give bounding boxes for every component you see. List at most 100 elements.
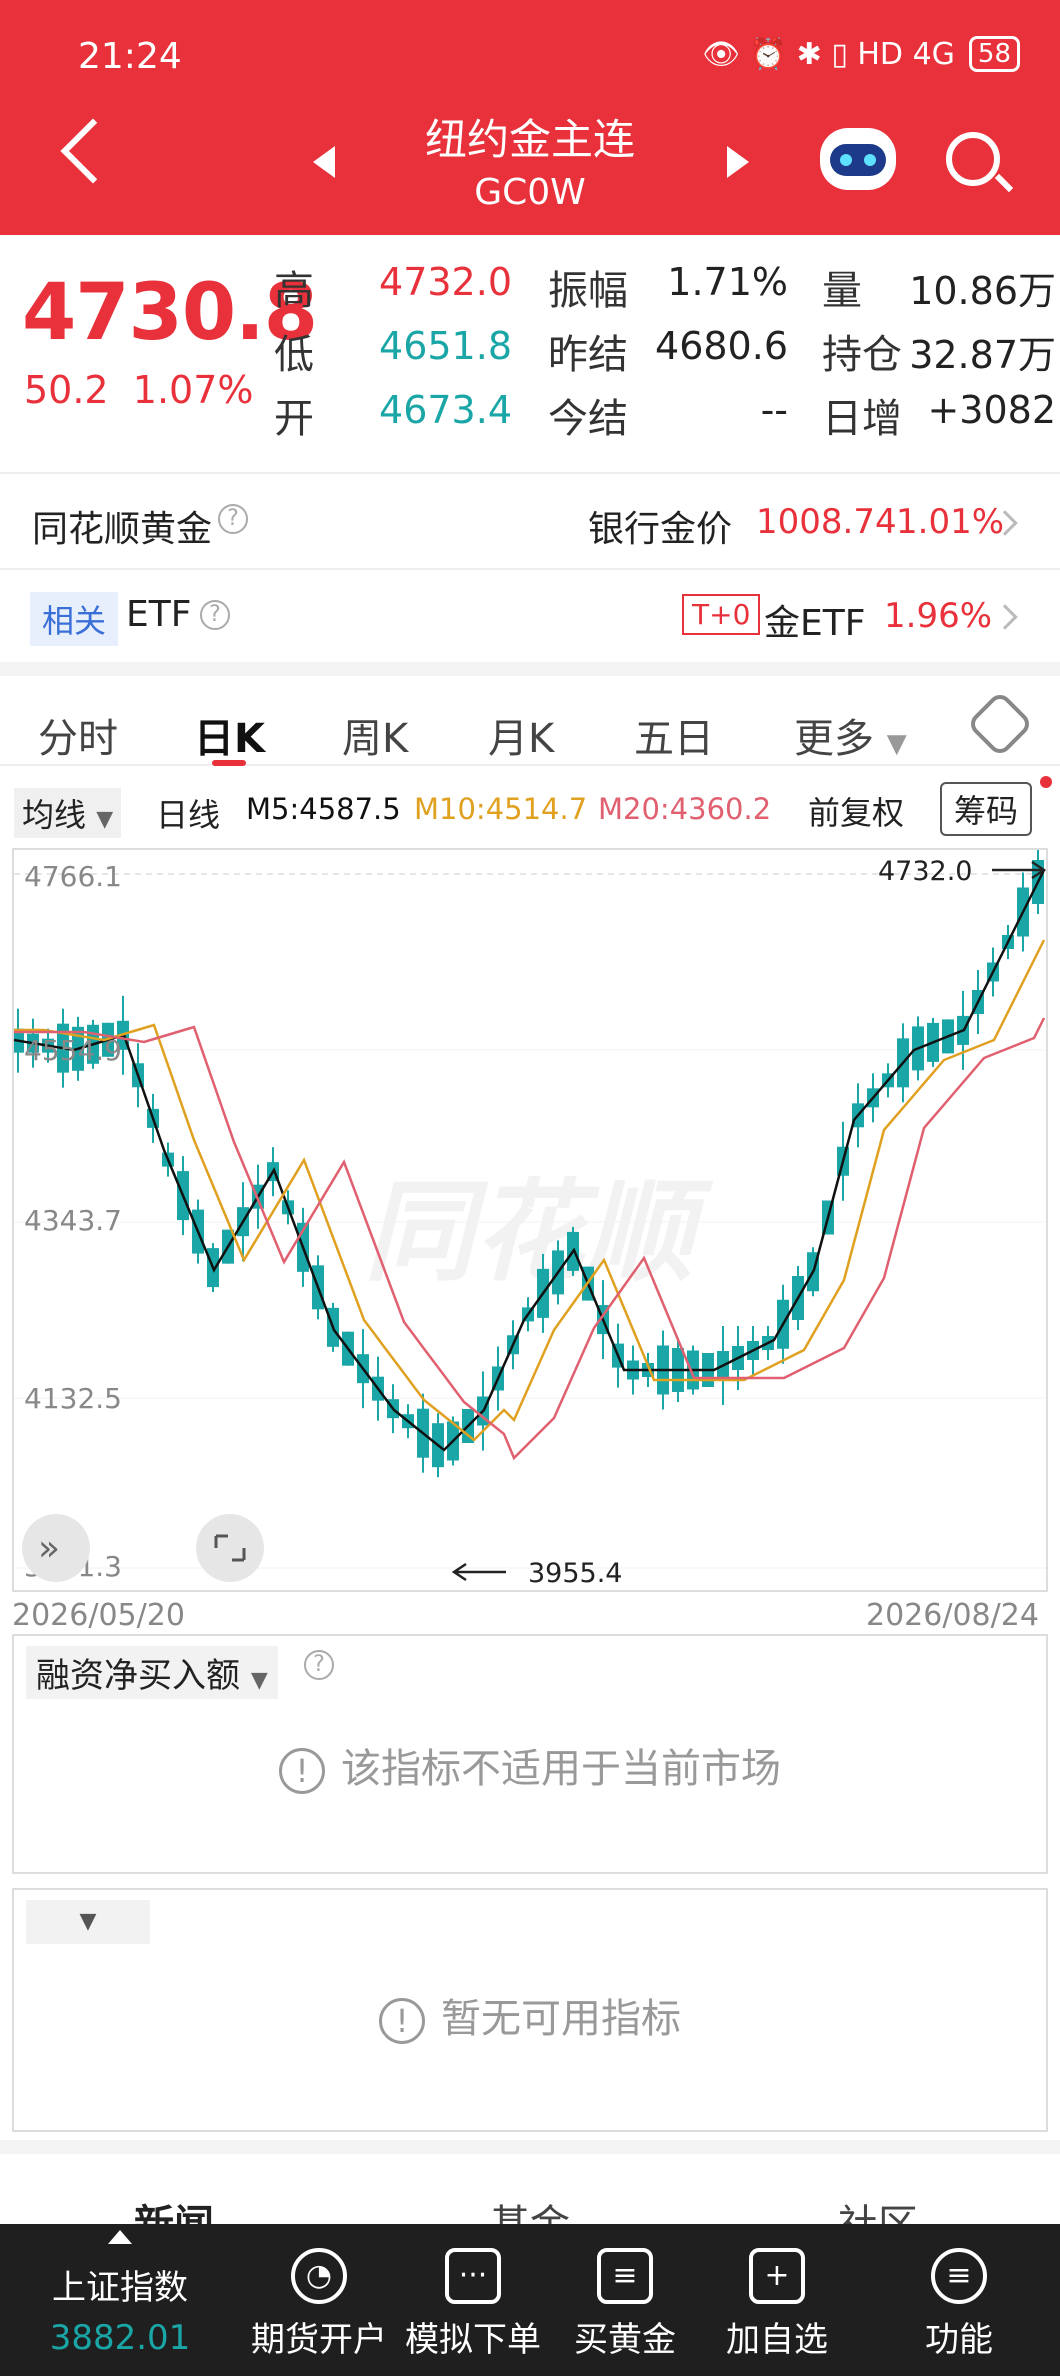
change-value: 50.2 <box>24 368 109 412</box>
index-value: 3882.01 <box>49 2318 191 2358</box>
search-icon[interactable] <box>946 132 1000 186</box>
period-tabs: 分时 日K 周K 月K 五日 更多 ▼ <box>0 662 1060 766</box>
oi-label: 持仓 <box>822 332 902 378</box>
dropdown-icon: ▼ <box>250 1668 268 1693</box>
open-value: 4673.4 <box>379 388 512 432</box>
amp-value: 1.71% <box>667 260 788 304</box>
empty-indicator-text: 暂无可用指标 <box>441 1996 681 2042</box>
gold-etf-label: 金ETF <box>764 603 866 644</box>
min-arrow-icon <box>451 1562 506 1582</box>
last-price: 4730.8 <box>22 268 318 358</box>
related-tag: 相关 <box>30 592 119 646</box>
page-title: 纽约金主连 <box>424 115 635 164</box>
today-label: 今结 <box>548 396 628 442</box>
high-value: 4732.0 <box>379 260 512 304</box>
dropdown-icon: ▼ <box>886 729 907 759</box>
x-end-label: 2026/08/24 <box>866 1598 1039 1633</box>
functions-button[interactable]: ≡ 功能 <box>884 2248 1034 2361</box>
simulated-order-label: 模拟下单 <box>405 2320 541 2360</box>
news-tabs: 新闻 基金 社区 <box>0 2140 1060 2248</box>
t0-badge: T+0 <box>682 594 761 635</box>
m5-label: M5:4587.5 <box>246 792 401 826</box>
help-icon[interactable]: ? <box>304 1650 334 1680</box>
exclamation-icon: ! <box>279 1748 325 1794</box>
ma-label: 均线 <box>22 796 87 834</box>
prev-contract-icon[interactable] <box>313 146 335 178</box>
indicator-message: ! 该指标不适用于当前市场 <box>14 1736 1046 1794</box>
help-icon[interactable]: ? <box>218 504 248 534</box>
bank-gold-price: 1008.74 <box>756 502 897 542</box>
empty-indicator-message: ! 暂无可用指标 <box>14 1986 1046 2044</box>
next-contract-icon[interactable] <box>727 146 749 178</box>
add-label: 日增 <box>822 396 902 442</box>
high-label: 高 <box>274 268 314 314</box>
m20-label: M20:4360.2 <box>598 792 772 826</box>
help-icon[interactable]: ? <box>200 600 230 630</box>
bank-gold-pct: 1.01% <box>896 502 1005 542</box>
x-start-label: 2026/05/20 <box>12 1598 185 1633</box>
plus-icon: + <box>749 2248 805 2304</box>
y-tick-label: 4343.7 <box>24 1204 122 1237</box>
open-label: 开 <box>274 396 314 442</box>
index-name[interactable]: 上证指数 <box>20 2260 220 2309</box>
y-tick-label: 4554.9 <box>24 1034 122 1067</box>
status-indicator-icons: 👁 ⏰ ✱ ▯ HD 4G <box>702 36 955 72</box>
bank-gold-label: 银行金价 <box>588 509 733 550</box>
buy-gold-button[interactable]: ≡ 买黄金 <box>550 2248 700 2361</box>
futures-account-button[interactable]: ◔ 期货开户 <box>244 2248 394 2361</box>
kline-chart[interactable]: 同花顺 4766.1 4554.9 4343.7 4132.5 3921.3 4… <box>12 848 1048 1592</box>
tab-five-day[interactable]: 五日 <box>634 706 714 764</box>
y-tick-label: 4132.5 <box>24 1382 122 1415</box>
oi-value: 32.87万 <box>909 333 1056 377</box>
add-watchlist-label: 加自选 <box>726 2320 828 2360</box>
back-icon[interactable] <box>60 118 126 184</box>
adjust-label[interactable]: 前复权 <box>808 788 904 834</box>
ths-gold-label: 同花顺黄金 <box>32 509 213 550</box>
ma-line <box>13 869 1046 1452</box>
y-tick-label: 4766.1 <box>24 860 122 893</box>
add-watchlist-button[interactable]: + 加自选 <box>702 2248 852 2361</box>
chevron-right-icon <box>992 604 1018 630</box>
ths-gold-row[interactable]: 同花顺黄金 ? 银行金价 1008.74 1.01% <box>0 472 1060 568</box>
dropdown-icon: ▼ <box>96 807 114 832</box>
vol-value: 10.86万 <box>909 269 1056 313</box>
fullscreen-button[interactable] <box>196 1514 264 1582</box>
indicator-panel-1: 融资净买入额 ▼ ? ! 该指标不适用于当前市场 <box>12 1634 1048 1874</box>
buy-gold-label: 买黄金 <box>574 2320 676 2360</box>
etf-row[interactable]: 相关 ETF ? T+0 金ETF 1.96% <box>0 568 1060 662</box>
low-value: 4651.8 <box>379 324 512 368</box>
tab-monthly-k[interactable]: 月K <box>488 706 554 764</box>
menu-icon: ≡ <box>931 2248 987 2304</box>
ma-selector[interactable]: 均线 ▼ <box>14 788 122 838</box>
simulated-order-button[interactable]: ··· 模拟下单 <box>398 2248 548 2361</box>
indicator-selector[interactable]: 融资净买入额 ▼ <box>26 1646 278 1699</box>
vol-label: 量 <box>822 268 862 314</box>
document-icon: ··· <box>445 2248 501 2304</box>
tab-more-label: 更多 <box>794 716 874 762</box>
period-label: 日线 <box>156 796 221 834</box>
max-arrow-icon <box>992 860 1047 880</box>
active-tab-indicator <box>212 760 246 766</box>
status-time: 21:24 <box>78 36 182 77</box>
assistant-robot-icon[interactable] <box>820 128 896 190</box>
low-label: 低 <box>274 332 314 378</box>
indicator-legend: 均线 ▼ 日线 M5:4587.5 M10:4514.7 M20:4360.2 … <box>0 776 1060 838</box>
tab-intraday[interactable]: 分时 <box>38 706 118 764</box>
chips-button[interactable]: 筹码 <box>940 782 1033 836</box>
kline-svg: 同花顺 4766.1 4554.9 4343.7 4132.5 3921.3 4… <box>12 850 1047 1589</box>
expand-up-icon[interactable] <box>108 2230 132 2244</box>
tab-weekly-k[interactable]: 周K <box>342 706 408 764</box>
notification-dot <box>1040 776 1052 788</box>
tab-daily-k[interactable]: 日K <box>194 706 265 764</box>
gold-etf-pct: 1.96% <box>884 596 993 636</box>
min-price-label: 3955.4 <box>528 1558 622 1589</box>
change-pct: 1.07% <box>132 368 254 412</box>
tab-more[interactable]: 更多 ▼ <box>794 706 907 764</box>
bottom-toolbar: 上证指数 3882.01 ◔ 期货开户 ··· 模拟下单 ≡ 买黄金 + 加自选 ≡ 功能 <box>0 2224 1060 2376</box>
add-value: +3082 <box>927 388 1056 432</box>
settings-icon[interactable] <box>966 690 1034 758</box>
etf-label: ETF <box>126 594 192 635</box>
header-bar: 21:24 👁 ⏰ ✱ ▯ HD 4G 58 纽约金主连 GC0W <box>0 0 1060 235</box>
amp-label: 振幅 <box>548 268 628 314</box>
indicator-dropdown[interactable]: ▼ <box>26 1900 150 1944</box>
